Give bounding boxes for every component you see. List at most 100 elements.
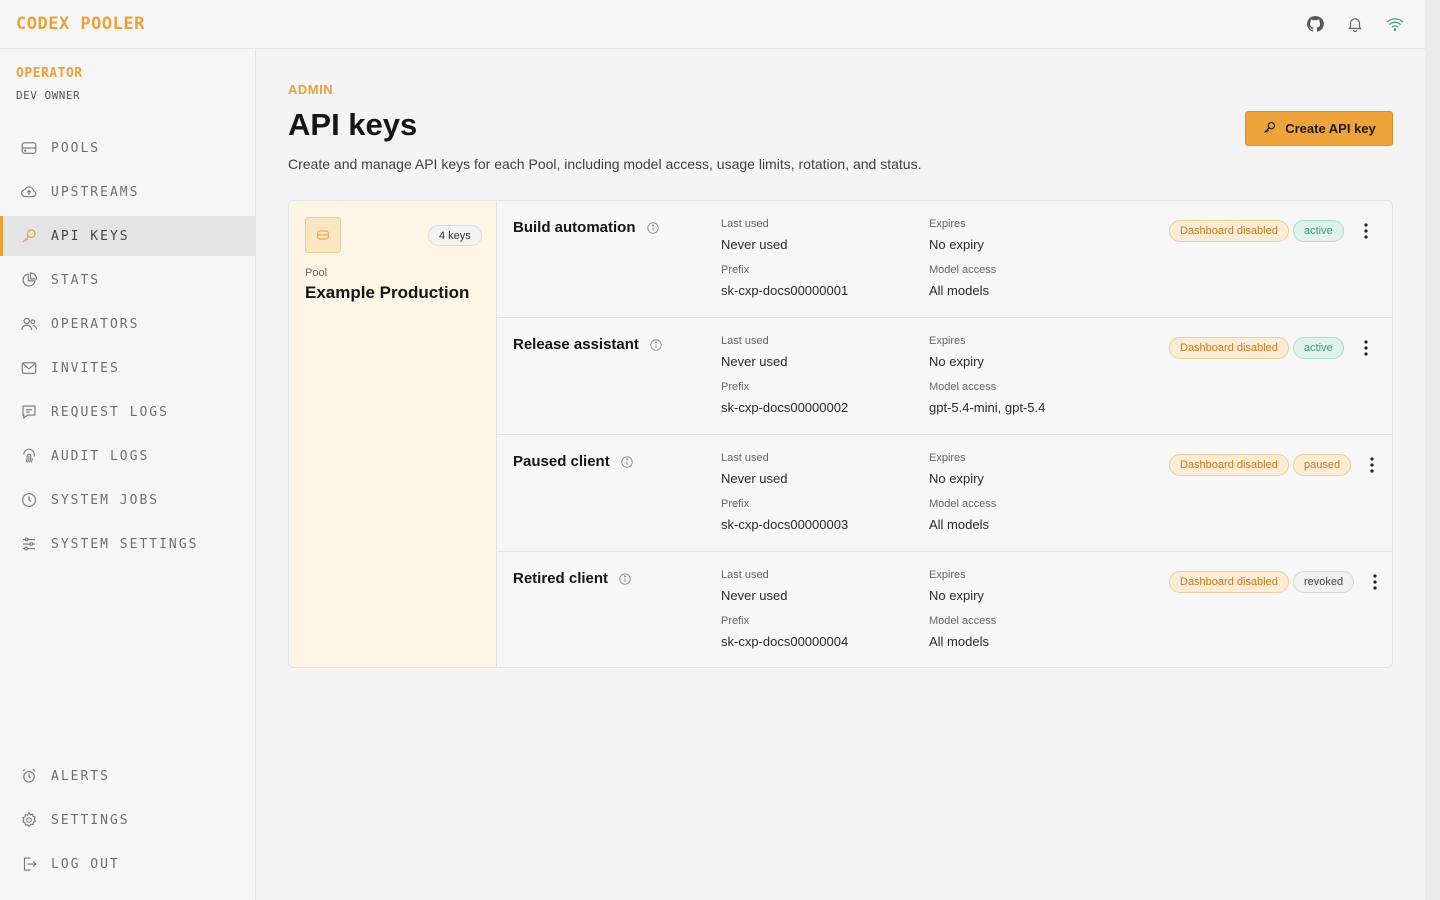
clock-icon [19,490,39,510]
model-access-label: Model access [929,381,997,393]
more-options-icon[interactable] [1358,221,1374,241]
app-logo[interactable]: CODEX POOLER [16,14,145,34]
sidebar-item-label: SYSTEM JOBS [51,492,160,508]
status-badge: revoked [1293,571,1355,593]
sidebar-item-label: SETTINGS [51,812,130,828]
scrollbar-track[interactable] [1425,0,1440,900]
pool-name: Example Production [305,283,470,302]
sidebar-item-stats[interactable]: STATS [0,260,255,300]
top-bar: CODEX POOLER [0,0,1425,49]
sidebar-item-label: API KEYS [51,228,130,244]
pool-database-icon [305,217,341,253]
gear-icon [19,810,39,830]
sidebar-item-upstreams[interactable]: UPSTREAMS [0,172,255,212]
key-count-badge: 4 keys [428,225,482,246]
create-api-key-label: Create API key [1285,121,1376,136]
sidebar-item-label: ALERTS [51,768,110,784]
last-used-label: Last used [721,452,769,464]
sidebar-item-alerts[interactable]: ALERTS [0,756,255,796]
api-key-row: Release assistant Last used Never used P… [497,318,1392,435]
more-options-icon[interactable] [1367,572,1383,592]
last-used-value: Never used [721,237,788,252]
model-access-value: gpt-5.4-mini, gpt-5.4 [929,400,1046,415]
model-access-value: All models [929,517,989,532]
expires-label: Expires [929,218,966,230]
operator-name: DEV OWNER [16,89,81,102]
sidebar-item-system-jobs[interactable]: SYSTEM JOBS [0,480,255,520]
sidebar-item-label: UPSTREAMS [51,184,140,200]
prefix-value: sk-cxp-docs00000002 [721,400,849,415]
expires-value: No expiry [929,471,984,486]
users-icon [19,314,39,334]
status-badge: paused [1293,454,1352,476]
expires-label: Expires [929,452,966,464]
info-icon[interactable] [618,572,632,586]
key-name: Retired client [513,570,632,587]
sidebar-item-settings[interactable]: SETTINGS [0,800,255,840]
status-badge: active [1293,220,1344,242]
fingerprint-icon [19,446,39,466]
info-icon[interactable] [646,221,660,235]
sidebar-item-pools[interactable]: POOLS [0,128,255,168]
last-used-label: Last used [721,569,769,581]
key-name: Release assistant [513,336,663,353]
model-access-label: Model access [929,498,997,510]
sidebar: OPERATOR DEV OWNER POOLS UPSTREAMS API K… [0,49,256,900]
key-name-text: Paused client [513,453,610,470]
model-access-label: Model access [929,615,997,627]
prefix-label: Prefix [721,264,750,276]
pool-label: Pool [305,267,328,279]
dashboard-badge: Dashboard disabled [1169,571,1289,593]
pie-chart-icon [19,270,39,290]
section-label: ADMIN [288,82,334,97]
sidebar-item-label: AUDIT LOGS [51,448,150,464]
last-used-value: Never used [721,588,788,603]
page-title: API keys [288,107,418,142]
dashboard-badge: Dashboard disabled [1169,220,1289,242]
sidebar-item-log-out[interactable]: LOG OUT [0,844,255,884]
key-name-text: Release assistant [513,336,639,353]
key-name: Paused client [513,453,634,470]
bell-icon[interactable] [1345,14,1365,34]
mail-icon [19,358,39,378]
prefix-value: sk-cxp-docs00000004 [721,634,849,649]
expires-value: No expiry [929,237,984,252]
model-access-value: All models [929,283,989,298]
main-content: ADMIN API keys Create and manage API key… [256,49,1425,900]
sidebar-item-operators[interactable]: OPERATORS [0,304,255,344]
sidebar-item-system-settings[interactable]: SYSTEM SETTINGS [0,524,255,564]
prefix-value: sk-cxp-docs00000001 [721,283,849,298]
database-icon [19,138,39,158]
prefix-label: Prefix [721,381,750,393]
sidebar-item-api-keys[interactable]: API KEYS [0,216,255,256]
cloud-upload-icon [19,182,39,202]
operator-role: OPERATOR [16,66,83,81]
sidebar-item-audit-logs[interactable]: AUDIT LOGS [0,436,255,476]
github-icon[interactable] [1305,14,1325,34]
top-icons [1305,14,1409,34]
key-name-text: Retired client [513,570,609,587]
info-icon[interactable] [620,455,634,469]
more-options-icon[interactable] [1364,455,1380,475]
sidebar-item-request-logs[interactable]: REQUEST LOGS [0,392,255,432]
api-key-row: Build automation Last used Never used Pr… [497,201,1392,318]
prefix-label: Prefix [721,615,750,627]
info-icon[interactable] [649,338,663,352]
alarm-icon [19,766,39,786]
wifi-icon[interactable] [1385,14,1405,34]
pool-summary: 4 keys Pool Example Production [289,201,497,667]
page-description: Create and manage API keys for each Pool… [288,156,922,172]
more-options-icon[interactable] [1358,338,1374,358]
pool-card: 4 keys Pool Example Production Build aut… [288,200,1393,668]
create-api-key-button[interactable]: Create API key [1245,111,1393,146]
sidebar-item-label: STATS [51,272,101,288]
sidebar-item-label: REQUEST LOGS [51,404,169,420]
status-badge: active [1293,337,1344,359]
model-access-label: Model access [929,264,997,276]
sidebar-item-invites[interactable]: INVITES [0,348,255,388]
key-icon [1262,120,1277,138]
sidebar-item-label: LOG OUT [51,856,120,872]
logout-icon [19,854,39,874]
dashboard-badge: Dashboard disabled [1169,337,1289,359]
model-access-value: All models [929,634,989,649]
